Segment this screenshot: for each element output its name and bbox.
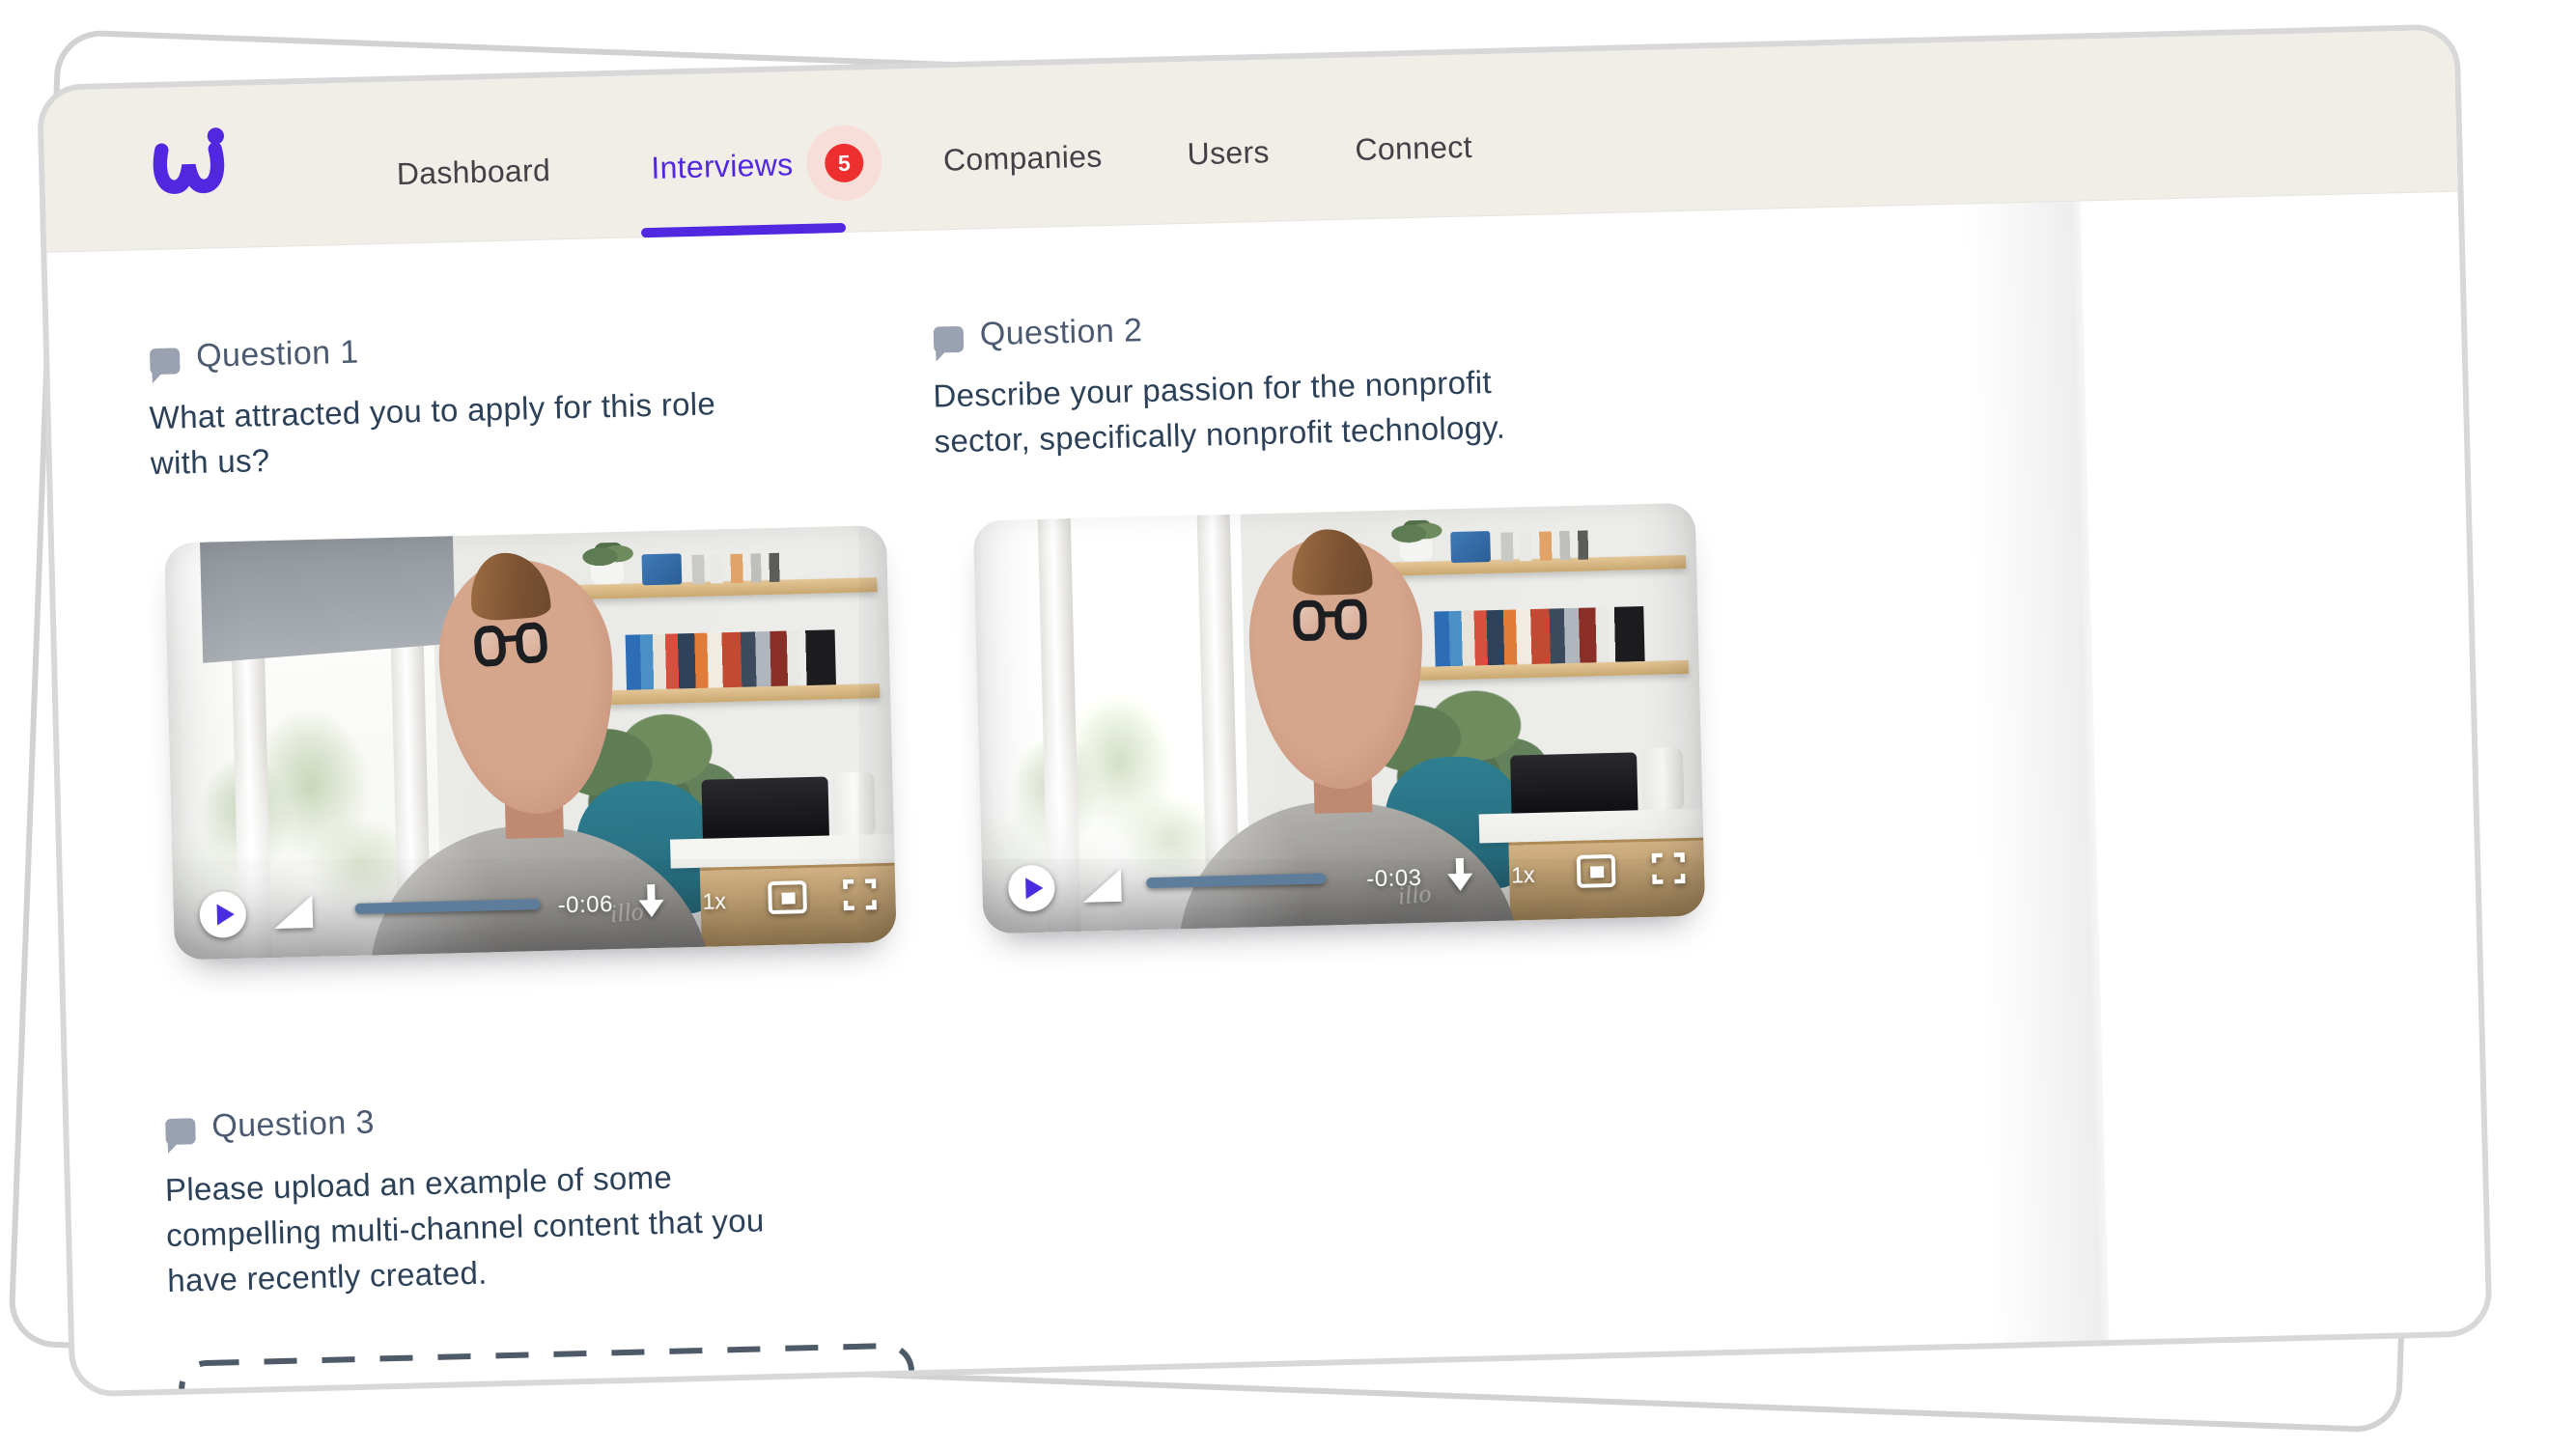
person-hair bbox=[467, 549, 552, 622]
pip-inner-square bbox=[781, 892, 795, 904]
question-3-heading: Question 3 bbox=[211, 1103, 375, 1145]
playback-speed[interactable]: 1x bbox=[702, 888, 726, 915]
question-3-text: Please upload an example of some compell… bbox=[164, 1148, 939, 1303]
speaker bbox=[832, 771, 876, 837]
playback-speed[interactable]: 1x bbox=[1511, 862, 1535, 889]
play-icon bbox=[1025, 878, 1044, 899]
nav-tab-users[interactable]: Users bbox=[1187, 134, 1270, 172]
speech-bubble-icon bbox=[165, 1118, 196, 1145]
progress-bar[interactable] bbox=[1146, 873, 1326, 888]
glasses-lens bbox=[472, 625, 506, 668]
question-2-heading: Question 2 bbox=[979, 312, 1142, 353]
content-edge-shadow bbox=[1963, 201, 2110, 1354]
fullscreen-icon[interactable] bbox=[843, 878, 877, 910]
pip-inner-square bbox=[1590, 866, 1604, 878]
glasses-lens bbox=[1293, 599, 1325, 641]
glasses-lens bbox=[1334, 599, 1366, 640]
picture-in-picture-icon[interactable] bbox=[1577, 854, 1616, 888]
glasses-bridge bbox=[504, 635, 519, 642]
upload-dropzone[interactable] bbox=[177, 1341, 919, 1397]
printer bbox=[1510, 752, 1638, 815]
speech-bubble-icon bbox=[934, 326, 965, 353]
download-icon[interactable] bbox=[636, 884, 666, 922]
person-head bbox=[1246, 535, 1426, 792]
person-head bbox=[432, 553, 624, 821]
willo-logo-icon[interactable] bbox=[148, 126, 242, 213]
glasses-bridge bbox=[1323, 611, 1337, 617]
play-icon bbox=[216, 904, 235, 925]
question-2-text: Describe your passion for the nonprofit … bbox=[933, 354, 1668, 463]
nav-tab-companies[interactable]: Companies bbox=[943, 139, 1103, 179]
shelf-bottles bbox=[1500, 530, 1602, 562]
time-remaining: -0:03 bbox=[1366, 865, 1422, 893]
answer-video-player-2[interactable]: illo -0:03 1x bbox=[973, 503, 1706, 934]
speaker bbox=[1641, 747, 1685, 812]
volume-icon[interactable] bbox=[1082, 869, 1122, 903]
nav-tab-interviews-label: Interviews bbox=[651, 147, 794, 186]
play-button[interactable] bbox=[1008, 865, 1055, 912]
app-window-card: Dashboard Interviews 5 Companies Users C… bbox=[37, 23, 2493, 1397]
progress-bar[interactable] bbox=[355, 899, 541, 914]
nav-tab-dashboard[interactable]: Dashboard bbox=[396, 153, 550, 192]
volume-icon[interactable] bbox=[273, 895, 313, 929]
question-1-heading: Question 1 bbox=[196, 334, 359, 376]
fullscreen-icon[interactable] bbox=[1652, 852, 1686, 884]
download-icon[interactable] bbox=[1445, 858, 1475, 896]
question-1-text: What attracted you to apply for this rol… bbox=[149, 377, 846, 486]
nav-tab-interviews[interactable]: Interviews 5 bbox=[650, 125, 882, 206]
play-button[interactable] bbox=[199, 891, 246, 938]
nav-tab-connect[interactable]: Connect bbox=[1355, 129, 1472, 168]
interviews-count-badge: 5 bbox=[825, 143, 864, 182]
interviews-badge-halo: 5 bbox=[805, 125, 882, 202]
person-hair bbox=[1291, 528, 1372, 596]
time-remaining: -0:06 bbox=[557, 891, 613, 919]
glasses-lens bbox=[514, 622, 547, 665]
answer-video-player-1[interactable]: illo -0:06 1x bbox=[164, 525, 897, 961]
speech-bubble-icon bbox=[150, 348, 181, 375]
printer bbox=[701, 777, 828, 841]
shelf-bottles bbox=[692, 552, 794, 584]
picture-in-picture-icon[interactable] bbox=[768, 880, 807, 914]
